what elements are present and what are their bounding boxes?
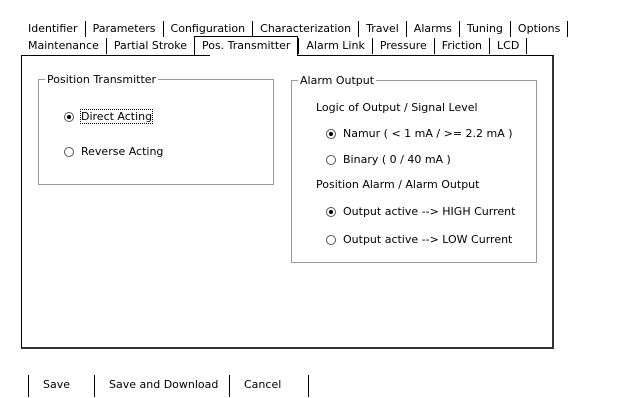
binary-radio[interactable]: Binary ( 0 / 40 mA ): [326, 153, 451, 166]
direct-acting-label: Direct Acting: [79, 109, 154, 124]
binary-label: Binary ( 0 / 40 mA ): [343, 153, 451, 166]
tab-pos-transmitter[interactable]: Pos. Transmitter: [193, 36, 299, 55]
position-transmitter-group: Position Transmitter: [38, 73, 274, 185]
reverse-acting-radio[interactable]: Reverse Acting: [64, 145, 163, 158]
signal-level-title: Logic of Output / Signal Level: [316, 101, 478, 114]
tab-parameters[interactable]: Parameters: [84, 21, 163, 37]
panel-top-border: [297, 55, 554, 56]
output-high-label: Output active --> HIGH Current: [343, 205, 516, 218]
namur-radio[interactable]: Namur ( < 1 mA / >= 2.2 mA ): [326, 127, 513, 140]
tab-configuration[interactable]: Configuration: [162, 21, 253, 37]
position-transmitter-legend: Position Transmitter: [45, 73, 159, 86]
output-low-label: Output active --> LOW Current: [343, 233, 513, 246]
tab-partial-stroke[interactable]: Partial Stroke: [105, 38, 194, 54]
radio-unselected-icon: [64, 146, 74, 157]
tab-alarms[interactable]: Alarms: [405, 21, 459, 37]
tab-travel[interactable]: Travel: [358, 21, 406, 37]
tab-pressure[interactable]: Pressure: [371, 38, 434, 54]
tab-alarm-link[interactable]: Alarm Link: [298, 38, 371, 54]
direct-acting-radio[interactable]: Direct Acting: [64, 109, 154, 124]
output-high-radio[interactable]: Output active --> HIGH Current: [326, 205, 515, 218]
tab-maintenance[interactable]: Maintenance: [21, 38, 106, 54]
tab-row-2: Maintenance Partial Stroke Pos. Transmit…: [21, 36, 528, 55]
save-button[interactable]: Save: [28, 375, 94, 397]
alarm-output-legend: Alarm Output: [298, 74, 377, 87]
radio-unselected-icon: [326, 154, 336, 165]
tab-lcd[interactable]: LCD: [489, 38, 528, 54]
tab-options[interactable]: Options: [509, 21, 569, 37]
radio-selected-icon: [326, 128, 336, 139]
reverse-acting-label: Reverse Acting: [81, 145, 164, 158]
output-low-radio[interactable]: Output active --> LOW Current: [326, 233, 512, 246]
namur-label: Namur ( < 1 mA / >= 2.2 mA ): [343, 127, 513, 140]
tab-identifier[interactable]: Identifier: [21, 21, 85, 37]
tab-row-1: Identifier Parameters Configuration Char…: [21, 20, 569, 37]
radio-unselected-icon: [326, 234, 336, 245]
save-and-download-button[interactable]: Save and Download: [94, 375, 229, 397]
cancel-button[interactable]: Cancel: [229, 375, 309, 397]
panel-top-border: [21, 55, 210, 56]
tab-tuning[interactable]: Tuning: [458, 21, 510, 37]
tab-characterization[interactable]: Characterization: [252, 21, 358, 37]
radio-selected-icon: [326, 206, 336, 217]
tab-friction[interactable]: Friction: [433, 38, 489, 54]
radio-selected-icon: [64, 111, 74, 122]
position-alarm-title: Position Alarm / Alarm Output: [316, 178, 480, 191]
